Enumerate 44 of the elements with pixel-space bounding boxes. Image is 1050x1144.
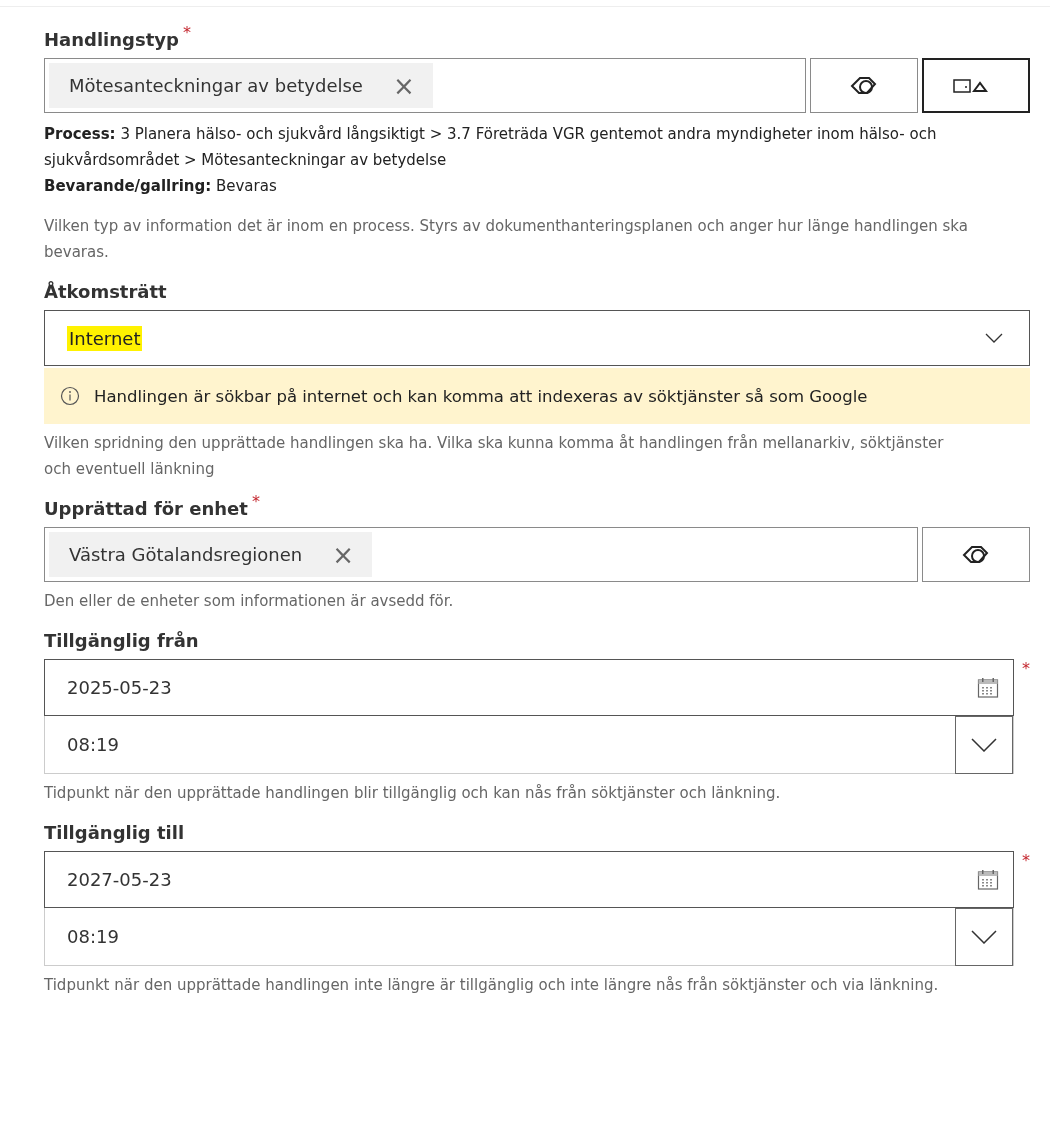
date-value: 2025-05-23 [67, 677, 172, 698]
required-mark: * [182, 23, 191, 42]
field-label: Upprättad för enhet [44, 498, 248, 519]
date-value: 2027-05-23 [67, 869, 172, 890]
required-mark: * [1022, 851, 1030, 870]
taxonomy-field[interactable]: Mötesanteckningar av betydelse × [44, 58, 806, 113]
remove-button[interactable]: × [332, 539, 355, 570]
info-icon [60, 386, 80, 406]
chevron-down-icon [971, 929, 997, 944]
date-field[interactable]: 2027-05-23 [44, 851, 1014, 908]
time-field[interactable]: 08:19 [44, 716, 1014, 774]
field-description: Tidpunkt när den upprättade handlingen blir tillgänglig och kan nås från söktjänster och länkning. [44, 783, 782, 804]
detail-text: Bevarande/gallring: Bevaras [44, 176, 278, 197]
field-label: Handlingstyp [44, 29, 179, 50]
required-mark: * [251, 492, 260, 511]
time-field[interactable]: 08:19 [44, 908, 1014, 966]
taxonomy-field[interactable]: Västra Götalandsregionen × [44, 527, 918, 582]
field-label: Tillgänglig till [44, 822, 185, 843]
tag-picker-button[interactable] [922, 527, 1030, 582]
field-label: Tillgänglig från [44, 630, 199, 651]
tag-label: Mötesanteckningar av betydelse [69, 75, 363, 96]
date-field[interactable]: 2025-05-23 [44, 659, 1014, 716]
field-description: Den eller de enheter som informationen är avsedd för. [44, 591, 455, 612]
chevron-down-icon [971, 737, 997, 752]
warning-text: Handlingen är sökbar på internet och kan komma att indexeras av söktjänster så som Google [94, 386, 868, 406]
tag-picker-button[interactable] [810, 58, 918, 113]
calendar-icon [977, 676, 999, 699]
field-label: Åtkomsträtt [44, 281, 167, 302]
time-dropdown-button[interactable] [955, 907, 1013, 966]
detail-text: Process: 3 Planera hälso- och sjukvård långsiktigt > 3.7 Företräda VGR gentemot andra myndigheter inom hälso- och sjukvårdsområdet > Mötesanteckningar av betydelse [44, 124, 938, 171]
chevron-down-icon [985, 333, 1003, 343]
required-mark: * [1022, 659, 1030, 678]
calendar-icon [977, 868, 999, 891]
time-value: 08:19 [67, 734, 119, 755]
dropdown-field[interactable]: Internet [44, 310, 1030, 366]
field-description: Vilken spridning den upprättade handlingen ska ha. Vilka ska kunna komma åt handlingen från mellanarkiv, söktjänster och eventuell länkning [44, 433, 945, 480]
dropdown-value: Internet [67, 325, 143, 351]
remove-button[interactable]: × [392, 70, 415, 101]
tag-label: Västra Götalandsregionen [69, 544, 303, 565]
time-value: 08:19 [67, 926, 119, 947]
time-dropdown-button[interactable] [955, 715, 1013, 774]
panel-toggle-button[interactable] [922, 58, 1030, 113]
field-description: Vilken typ av information det är inom en process. Styrs av dokumenthanteringsplanen och anger hur länge handlingen ska bevaras. [44, 216, 969, 263]
field-description: Tidpunkt när den upprättade handlingen inte längre är tillgänglig och inte längre nås från söktjänster och via länkning. [44, 975, 940, 996]
